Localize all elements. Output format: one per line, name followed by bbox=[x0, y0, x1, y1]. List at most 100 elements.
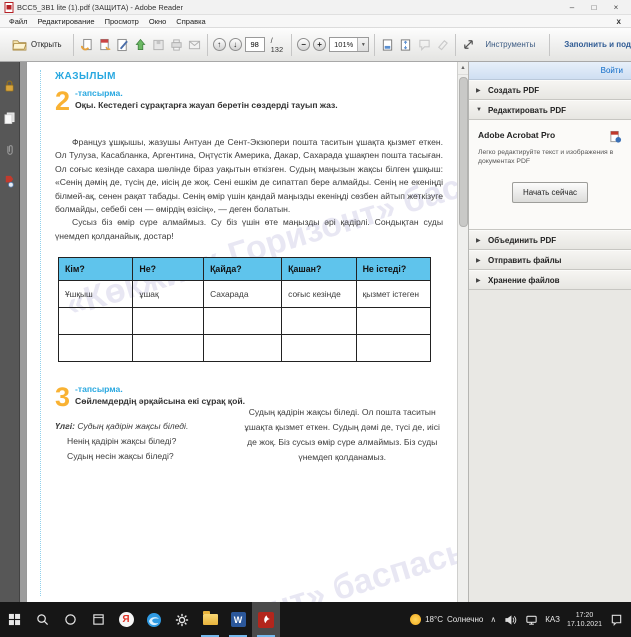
adobe-reader-taskbar-icon[interactable] bbox=[252, 602, 280, 637]
pdf-page: «Көкжиек-Горизонт» баспасы «Көкжиек-Гори… bbox=[27, 62, 457, 602]
table-cell: соғыс кезінде bbox=[281, 280, 357, 309]
open-button-label: Открыть bbox=[31, 40, 62, 49]
zoom-out-button[interactable]: − bbox=[297, 38, 311, 51]
scroll-up-icon[interactable]: ▲ bbox=[458, 62, 468, 75]
paragraph-2: Сусыз біз өмір сүре алмаймыз. Су біз үші… bbox=[55, 217, 443, 241]
section-combine-pdf[interactable]: ▶ Объединить PDF bbox=[469, 230, 631, 250]
highlight-icon[interactable] bbox=[435, 37, 450, 52]
fit-width-icon[interactable] bbox=[380, 37, 395, 52]
section-edit-pdf[interactable]: ▼ Редактировать PDF bbox=[469, 100, 631, 120]
example-question-2: Судың несін жақсы біледі? bbox=[67, 451, 174, 462]
scrollbar-thumb[interactable] bbox=[459, 77, 468, 227]
cortana-icon[interactable] bbox=[56, 602, 84, 637]
table-cell: Сахарада bbox=[203, 280, 283, 309]
table-row-empty bbox=[57, 334, 432, 363]
create-pdf-icon[interactable] bbox=[97, 37, 112, 52]
table-cell bbox=[57, 334, 134, 363]
minimize-button[interactable]: – bbox=[561, 0, 583, 14]
sign-document-icon[interactable] bbox=[115, 37, 130, 52]
word-icon[interactable]: W bbox=[224, 602, 252, 637]
zoom-in-button[interactable]: + bbox=[313, 38, 327, 51]
task-2-header: 2 -тапсырма. Оқы. Кестедегі сұрақтарға ж… bbox=[55, 88, 443, 115]
next-page-button[interactable]: ↓ bbox=[228, 38, 242, 51]
document-view-area[interactable]: «Көкжиек-Горизонт» баспасы «Көкжиек-Гори… bbox=[20, 62, 457, 602]
start-now-button[interactable]: Начать сейчас bbox=[511, 182, 589, 203]
fullscreen-icon[interactable] bbox=[461, 37, 476, 52]
convert-pdf-icon[interactable] bbox=[79, 37, 94, 52]
tools-button[interactable]: Инструменты bbox=[476, 40, 544, 49]
upload-share-icon[interactable] bbox=[133, 37, 148, 52]
open-folder-icon bbox=[12, 37, 27, 52]
restore-button[interactable]: □ bbox=[583, 0, 605, 14]
page-number-input[interactable] bbox=[244, 37, 265, 52]
fill-sign-button[interactable]: Заполнить и подписать bbox=[555, 40, 631, 49]
left-navigation-rail bbox=[0, 62, 20, 602]
hidden-icons-chevron[interactable]: ∧ bbox=[490, 615, 496, 624]
save-icon[interactable] bbox=[151, 37, 166, 52]
menu-view[interactable]: Просмотр bbox=[100, 17, 144, 26]
table-row-empty bbox=[57, 307, 432, 336]
print-icon[interactable] bbox=[169, 37, 184, 52]
publisher-watermark: «Көкжиек-Горизонт» баспасы bbox=[27, 529, 457, 602]
open-button[interactable]: Открыть bbox=[6, 33, 68, 56]
yandex-browser-icon[interactable]: Я bbox=[112, 602, 140, 637]
previous-page-button[interactable]: ↑ bbox=[212, 38, 226, 51]
sign-in-link[interactable]: Войти bbox=[601, 66, 623, 75]
zoom-level-value: 101% bbox=[334, 40, 354, 49]
page-thumbnails-icon[interactable] bbox=[2, 110, 17, 125]
product-description: Легко редактируйте текст и изображения в… bbox=[478, 149, 614, 165]
clock-widget[interactable]: 17:20 17.10.2021 bbox=[567, 611, 602, 629]
product-name: Adobe Acrobat Pro bbox=[478, 130, 556, 140]
chevron-right-icon: ▶ bbox=[476, 237, 481, 244]
chevron-right-icon: ▶ bbox=[476, 257, 481, 264]
close-button[interactable]: × bbox=[605, 0, 627, 14]
volume-icon[interactable] bbox=[503, 614, 517, 626]
weather-widget[interactable]: 18°C Солнечно bbox=[410, 614, 483, 625]
table-cell bbox=[281, 334, 357, 363]
email-icon[interactable] bbox=[187, 37, 202, 52]
task-2-label: -тапсырма. bbox=[75, 88, 123, 98]
edge-browser-icon[interactable] bbox=[140, 602, 168, 637]
comment-icon[interactable] bbox=[417, 37, 432, 52]
table-header-cell: Қашан? bbox=[281, 257, 357, 282]
close-document-icon[interactable]: x bbox=[611, 17, 627, 26]
table-cell bbox=[203, 307, 283, 336]
example-label: Үлгі: bbox=[55, 421, 75, 432]
edit-pdf-panel: Adobe Acrobat Pro Легко редактируйте тек… bbox=[469, 120, 631, 230]
vertical-scrollbar[interactable]: ▲ bbox=[457, 62, 468, 602]
search-icon[interactable] bbox=[28, 602, 56, 637]
zoom-level-dropdown[interactable]: 101% ▼ bbox=[329, 37, 370, 52]
table-row: Ұшқыш ұшақ Сахарада соғыс кезінде қызмет… bbox=[57, 280, 432, 309]
windows-taskbar: Я W 18°C Солнечно ∧ КАЗ 17:20 17.10.2021 bbox=[0, 602, 631, 637]
weather-temp: 18°C bbox=[425, 615, 443, 624]
section-create-pdf[interactable]: ▶ Создать PDF bbox=[469, 80, 631, 100]
section-send-files[interactable]: ▶ Отправить файлы bbox=[469, 250, 631, 270]
menu-file[interactable]: Файл bbox=[4, 17, 32, 26]
section-file-storage[interactable]: ▶ Хранение файлов bbox=[469, 270, 631, 290]
settings-gear-icon[interactable] bbox=[168, 602, 196, 637]
security-lock-icon[interactable] bbox=[2, 78, 17, 93]
menu-edit[interactable]: Редактирование bbox=[32, 17, 99, 26]
network-icon[interactable] bbox=[524, 614, 538, 626]
menu-help[interactable]: Справка bbox=[171, 17, 210, 26]
table-cell bbox=[57, 307, 134, 336]
menu-window[interactable]: Окно bbox=[144, 17, 171, 26]
fit-page-icon[interactable] bbox=[398, 37, 413, 52]
signature-tag-icon[interactable] bbox=[2, 174, 17, 189]
task-view-icon[interactable] bbox=[84, 602, 112, 637]
file-explorer-icon[interactable] bbox=[196, 602, 224, 637]
title-bar: BCC5_3B1 lite (1).pdf (ЗАЩИТА) - Adobe R… bbox=[0, 0, 631, 15]
start-button[interactable] bbox=[0, 602, 28, 637]
weather-condition: Солнечно bbox=[446, 615, 484, 624]
attachments-paperclip-icon[interactable] bbox=[2, 142, 17, 157]
chevron-down-icon: ▼ bbox=[476, 107, 482, 113]
task-3-instruction: Сөйлемдердің әрқайсына екі сұрақ қой. bbox=[75, 396, 246, 407]
table-header-cell: Не істеді? bbox=[355, 257, 432, 282]
notification-center-icon[interactable] bbox=[609, 613, 623, 626]
toolbar-separator bbox=[206, 33, 208, 56]
clock-date: 17.10.2021 bbox=[566, 620, 602, 628]
chevron-right-icon: ▶ bbox=[476, 277, 481, 284]
table-header-cell: Не? bbox=[132, 257, 205, 282]
language-indicator[interactable]: КАЗ bbox=[545, 615, 560, 624]
toolbar-separator bbox=[374, 33, 376, 56]
